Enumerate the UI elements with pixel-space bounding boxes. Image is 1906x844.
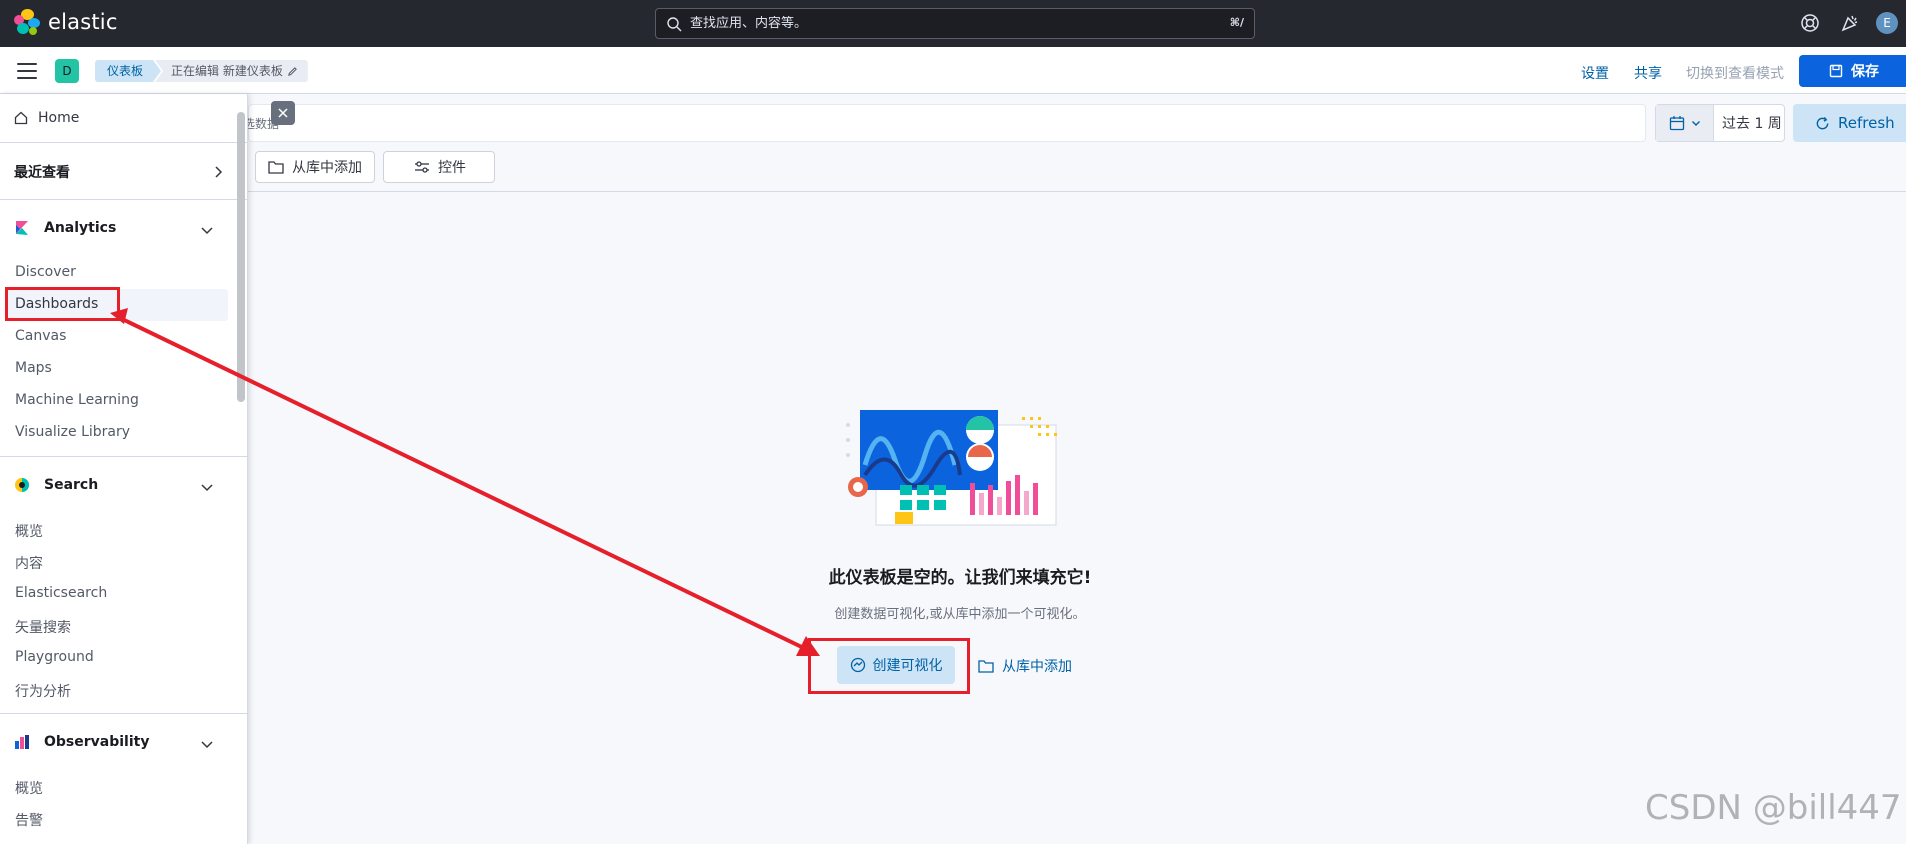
- elastic-logo-icon: [14, 9, 40, 35]
- close-icon: [278, 108, 288, 118]
- nav-item-vector-search[interactable]: 矢量搜索: [15, 617, 71, 637]
- nav-group-observability[interactable]: Observability: [14, 734, 149, 750]
- add-from-library-link[interactable]: 从库中添加: [978, 656, 1072, 676]
- nav-divider: [0, 713, 247, 714]
- save-button-label: 保存: [1851, 64, 1879, 80]
- settings-link[interactable]: 设置: [1581, 63, 1609, 83]
- refresh-button-label: Refresh: [1838, 114, 1895, 132]
- nav-scrollbar[interactable]: [237, 112, 245, 402]
- nav-item-discover[interactable]: Discover: [15, 264, 76, 280]
- annotation-box-dashboards: [5, 287, 120, 321]
- share-link[interactable]: 共享: [1634, 63, 1662, 83]
- search-icon: [667, 16, 682, 31]
- global-search-input[interactable]: [690, 16, 1210, 31]
- nav-group-observability-title: Observability: [44, 734, 150, 750]
- controls-label: 控件: [438, 160, 466, 176]
- nav-item-canvas[interactable]: Canvas: [15, 328, 66, 344]
- save-icon: [1829, 64, 1843, 78]
- home-icon: [14, 111, 28, 125]
- nav-item-observability-overview[interactable]: 概览: [15, 778, 43, 798]
- nav-item-machine-learning[interactable]: Machine Learning: [15, 392, 139, 408]
- nav-group-analytics-title: Analytics: [44, 220, 117, 236]
- folder-icon: [978, 660, 994, 673]
- folder-icon: [268, 161, 284, 174]
- nav-divider: [0, 456, 247, 457]
- controls-icon: [415, 161, 429, 173]
- close-nav-button[interactable]: [271, 101, 295, 125]
- empty-state-description: 创建数据可视化,或从库中添加一个可视化。: [834, 607, 1086, 622]
- search-shortcut-hint: ⌘/: [1229, 16, 1244, 29]
- empty-dashboard-illustration: [846, 410, 1057, 526]
- empty-state-title: 此仪表板是空的。让我们来填充它!: [828, 568, 1092, 588]
- nav-recently-viewed[interactable]: 最近查看: [14, 162, 70, 182]
- space-avatar[interactable]: D: [55, 59, 79, 83]
- elastic-logo[interactable]: elastic: [14, 9, 118, 35]
- breadcrumb-current[interactable]: 正在编辑 新建仪表板: [155, 60, 308, 82]
- nav-group-search[interactable]: Search: [14, 477, 98, 493]
- help-icon[interactable]: [1800, 13, 1820, 33]
- watermark-text: CSDN @bill447: [1645, 788, 1902, 828]
- annotation-box-create-visualization: [808, 638, 970, 694]
- nav-item-playground[interactable]: Playground: [15, 649, 94, 665]
- nav-item-behavioral-analytics[interactable]: 行为分析: [15, 681, 71, 701]
- nav-item-alerts[interactable]: 告警: [15, 810, 43, 830]
- toolbar-divider: [248, 191, 1906, 192]
- add-from-library-label: 从库中添加: [292, 160, 362, 176]
- chevron-down-icon[interactable]: [199, 736, 215, 752]
- controls-button[interactable]: 控件: [383, 151, 495, 183]
- query-bar[interactable]: 选数据: [243, 104, 1646, 142]
- user-avatar[interactable]: E: [1876, 12, 1898, 34]
- add-from-library-button[interactable]: 从库中添加: [255, 151, 375, 183]
- refresh-button[interactable]: Refresh: [1793, 104, 1906, 142]
- side-navigation: Home 最近查看 Analytics Discover Dashboards …: [0, 94, 248, 844]
- kibana-logo-icon: [16, 221, 28, 235]
- brand-name: elastic: [48, 10, 118, 34]
- nav-group-analytics[interactable]: Analytics: [14, 220, 116, 236]
- breadcrumb-current-label: 正在编辑 新建仪表板: [171, 64, 283, 78]
- date-range-value: 过去 1 周: [1722, 116, 1782, 132]
- nav-divider: [0, 142, 247, 143]
- nav-item-elasticsearch[interactable]: Elasticsearch: [15, 585, 107, 601]
- global-header: elastic ⌘/ E: [0, 0, 1906, 47]
- nav-item-maps[interactable]: Maps: [15, 360, 52, 376]
- save-button[interactable]: 保存: [1799, 55, 1906, 87]
- global-search-box[interactable]: ⌘/: [655, 8, 1255, 39]
- quick-date-menu[interactable]: [1656, 105, 1714, 141]
- chevron-down-icon[interactable]: [199, 222, 215, 238]
- calendar-icon: [1669, 116, 1684, 131]
- date-picker[interactable]: 过去 1 周: [1655, 104, 1785, 142]
- nav-divider: [0, 199, 247, 200]
- switch-view-mode-link[interactable]: 切换到查看模式: [1686, 63, 1784, 83]
- menu-toggle-icon[interactable]: [17, 63, 37, 79]
- refresh-icon: [1816, 116, 1829, 129]
- breadcrumb-dashboards[interactable]: 仪表板: [95, 60, 161, 82]
- nav-group-search-title: Search: [44, 477, 99, 493]
- nav-item-content[interactable]: 内容: [15, 553, 43, 573]
- nav-home-label: Home: [38, 110, 80, 126]
- nav-item-visualize-library[interactable]: Visualize Library: [15, 424, 130, 440]
- news-feed-icon[interactable]: [1840, 13, 1860, 33]
- chevron-down-icon: [1691, 121, 1700, 126]
- chevron-right-icon[interactable]: [210, 164, 226, 180]
- chevron-down-icon[interactable]: [199, 479, 215, 495]
- pencil-icon: [287, 66, 297, 76]
- nav-item-search-overview[interactable]: 概览: [15, 521, 43, 541]
- nav-home-link[interactable]: Home: [14, 110, 79, 126]
- observability-logo-icon: [15, 735, 29, 749]
- add-from-library-link-label: 从库中添加: [1002, 659, 1072, 675]
- enterprise-search-logo-icon: [15, 478, 29, 492]
- app-header-bar: D 仪表板 正在编辑 新建仪表板 设置 共享 切换到查看模式 保存: [0, 47, 1906, 94]
